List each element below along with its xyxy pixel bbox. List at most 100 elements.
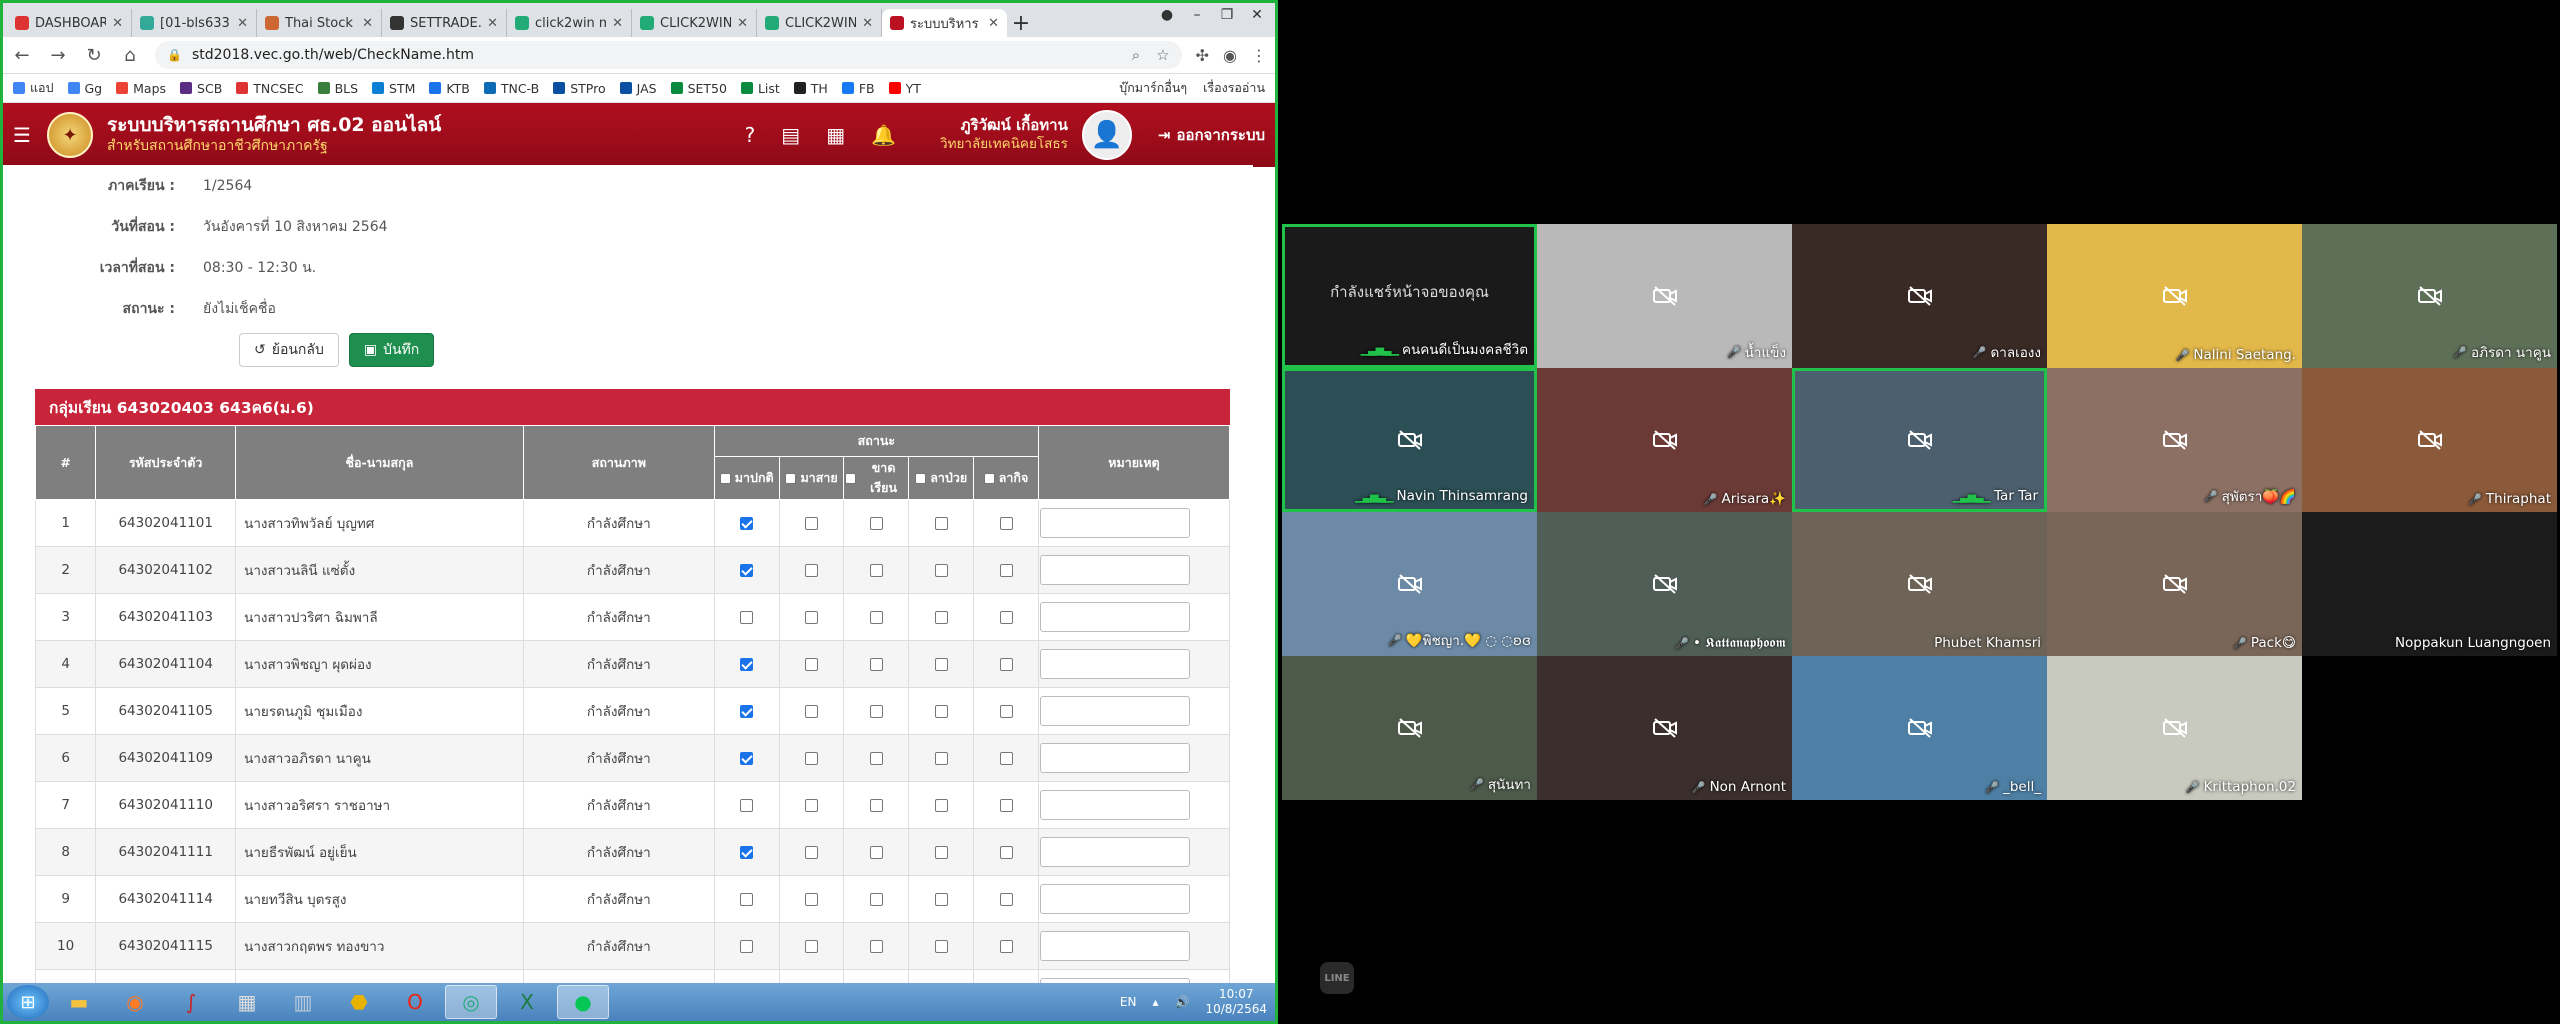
attend-checkbox[interactable] <box>934 657 948 671</box>
language-indicator[interactable]: EN <box>1120 995 1137 1009</box>
tray-arrow-icon[interactable]: ▴ <box>1152 995 1158 1009</box>
chrome-icon[interactable]: ◎ <box>445 985 497 1019</box>
bookmark-item[interactable]: JAS <box>619 81 657 96</box>
participant-tile[interactable]: 🎤 Krittaphon.02 <box>2047 656 2302 800</box>
select-all-checkbox[interactable] <box>719 472 731 484</box>
save-button[interactable]: ▣ บันทึก <box>348 333 435 367</box>
participant-tile[interactable]: 🎤 💛พิชญา.💛 ◌ ◌ʚɞ <box>1282 512 1537 656</box>
bookmark-folder[interactable]: บุ๊กมาร์กอื่นๆ <box>1119 78 1187 98</box>
attend-checkbox[interactable] <box>740 939 754 953</box>
participant-tile[interactable]: 🎤 • 𝕶𝖆𝖙𝖙𝖆𝖓𝖆𝖕𝖍𝖔𝖔𝖒 <box>1537 512 1792 656</box>
attend-checkbox[interactable] <box>740 798 754 812</box>
attend-checkbox[interactable] <box>934 704 948 718</box>
tab-close-icon[interactable]: ✕ <box>737 16 748 31</box>
bookmark-item[interactable]: KTB <box>429 81 470 96</box>
restore-icon[interactable]: ❐ <box>1215 7 1239 23</box>
note-input[interactable] <box>1039 884 1190 914</box>
header-checkbox-wrap[interactable]: ขาดเรียน <box>845 458 907 498</box>
tab-close-icon[interactable]: ✕ <box>362 16 373 31</box>
attend-checkbox[interactable] <box>805 845 819 859</box>
attend-checkbox[interactable] <box>805 516 819 530</box>
bookmark-item[interactable]: SET50 <box>670 81 727 96</box>
browser-tab[interactable]: CLICK2WIN ✕ <box>757 9 882 37</box>
bookmark-folder[interactable]: เรื่องรออ่าน <box>1203 78 1265 98</box>
attend-checkbox[interactable] <box>934 610 948 624</box>
attend-checkbox[interactable] <box>869 563 883 577</box>
attend-checkbox[interactable] <box>934 751 948 765</box>
attend-checkbox[interactable] <box>999 892 1013 906</box>
attend-checkbox[interactable] <box>999 563 1013 577</box>
browser-tab[interactable]: DASHBOAR ✕ <box>7 9 132 37</box>
note-input[interactable] <box>1039 743 1190 773</box>
firefox-icon[interactable]: ◉ <box>109 985 161 1019</box>
bookmark-item[interactable]: Gg <box>67 81 102 96</box>
participant-tile[interactable]: 🎤 สุนันทา <box>1282 656 1537 800</box>
bookmark-item[interactable]: TH <box>793 81 828 96</box>
menu-dots-icon[interactable]: ⋮ <box>1251 46 1267 65</box>
attend-checkbox[interactable] <box>740 751 754 765</box>
note-input[interactable] <box>1039 790 1190 820</box>
tab-close-icon[interactable]: ✕ <box>112 16 123 31</box>
attend-checkbox[interactable] <box>869 845 883 859</box>
bookmark-item[interactable]: TNC-B <box>483 81 539 96</box>
zoom-icon[interactable]: ⌕ <box>1132 46 1140 64</box>
attend-checkbox[interactable] <box>740 657 754 671</box>
attend-checkbox[interactable] <box>869 657 883 671</box>
forward-arrow-icon[interactable]: → <box>47 45 69 66</box>
browser-tab[interactable]: [01-bls633... ✕ <box>132 9 257 37</box>
star-icon[interactable]: ☆ <box>1156 46 1169 64</box>
back-button[interactable]: ↺ ย้อนกลับ <box>239 333 339 367</box>
participant-tile[interactable]: ▁▃▅▃▁ Tar Tar <box>1792 368 2047 512</box>
tab-close-icon[interactable]: ✕ <box>487 16 498 31</box>
line-app-icon[interactable]: ● <box>557 985 609 1019</box>
attend-checkbox[interactable] <box>805 610 819 624</box>
bookmark-item[interactable]: แอป <box>13 78 54 98</box>
attend-checkbox[interactable] <box>934 845 948 859</box>
volume-icon[interactable]: 🔊 <box>1175 995 1190 1009</box>
bookmark-item[interactable]: STPro <box>553 81 606 96</box>
attend-checkbox[interactable] <box>934 563 948 577</box>
calculator-icon[interactable]: ▦ <box>221 985 273 1019</box>
attend-checkbox[interactable] <box>740 892 754 906</box>
attend-checkbox[interactable] <box>934 939 948 953</box>
participant-tile[interactable]: 🎤 Nalini Saetang. <box>2047 224 2302 368</box>
participant-tile[interactable]: 🎤 Pack😋 <box>2047 512 2302 656</box>
bookmark-item[interactable]: SCB <box>180 81 222 96</box>
select-all-checkbox[interactable] <box>983 472 995 484</box>
attend-checkbox[interactable] <box>869 939 883 953</box>
participant-tile[interactable]: Phubet Khamsri <box>1792 512 2047 656</box>
attend-checkbox[interactable] <box>805 563 819 577</box>
attend-checkbox[interactable] <box>805 751 819 765</box>
bookmark-item[interactable]: FB <box>841 81 875 96</box>
attend-checkbox[interactable] <box>740 704 754 718</box>
avatar[interactable]: 👤 <box>1081 110 1132 160</box>
browser-tab[interactable]: CLICK2WIN ✕ <box>632 9 757 37</box>
attend-checkbox[interactable] <box>805 657 819 671</box>
bookmark-item[interactable]: List <box>740 81 780 96</box>
note-input[interactable] <box>1039 602 1190 632</box>
start-button[interactable]: ⊞ <box>7 985 49 1019</box>
bookmark-item[interactable]: TNCSEC <box>236 81 304 96</box>
back-arrow-icon[interactable]: ← <box>11 45 33 66</box>
browser-tab[interactable]: click2win m ✕ <box>507 9 632 37</box>
attend-checkbox[interactable] <box>740 563 754 577</box>
header-checkbox-wrap[interactable]: ลากิจ <box>983 468 1028 488</box>
attend-checkbox[interactable] <box>805 939 819 953</box>
attend-checkbox[interactable] <box>869 704 883 718</box>
attend-checkbox[interactable] <box>805 892 819 906</box>
participant-tile[interactable]: 🎤 Non Arnont <box>1537 656 1792 800</box>
notes-icon[interactable]: ▥ <box>277 985 329 1019</box>
home-icon[interactable]: ⌂ <box>119 45 141 66</box>
participant-tile[interactable]: 🎤 น้ำแข็ง <box>1537 224 1792 368</box>
opera-icon[interactable]: O <box>389 985 441 1019</box>
participant-tile[interactable]: 🎤 Arisara✨ <box>1537 368 1792 512</box>
attend-checkbox[interactable] <box>740 610 754 624</box>
tab-close-icon[interactable]: ✕ <box>862 16 873 31</box>
participant-tile[interactable]: 🎤 ดาลเองง <box>1792 224 2047 368</box>
address-bar[interactable]: 🔒 std2018.vec.go.th/web/CheckName.htm ⌕ … <box>155 41 1182 69</box>
header-checkbox-wrap[interactable]: มาสาย <box>785 468 838 488</box>
bell-icon[interactable]: 🔔 <box>871 123 896 147</box>
new-tab-button[interactable]: + <box>1007 9 1035 37</box>
browser-tab[interactable]: SETTRADE.C ✕ <box>382 9 507 37</box>
close-icon[interactable]: ✕ <box>1245 7 1269 23</box>
